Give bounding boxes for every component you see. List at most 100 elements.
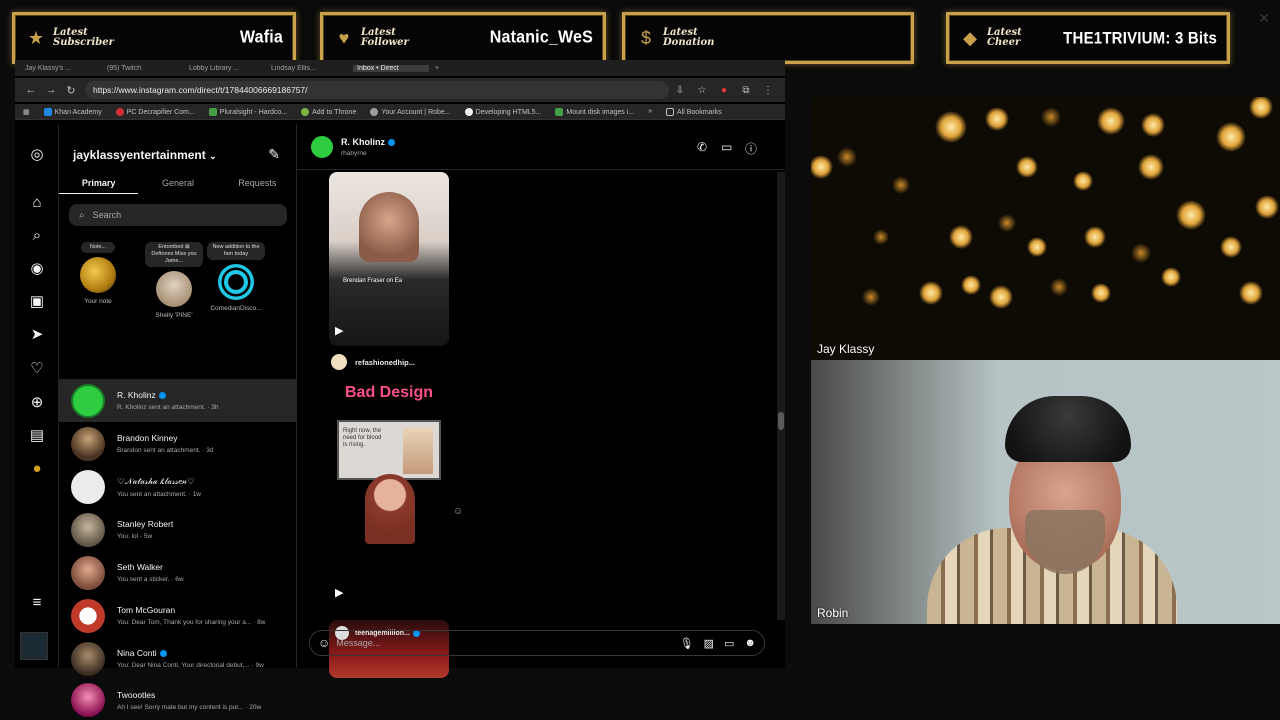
thread-item[interactable]: Twoootles Ah I see! Sorry mate but my con…	[59, 680, 297, 720]
note-bubble: Entombed ⊠ Deftones Miss you Jame...	[145, 242, 203, 267]
verified-badge-icon	[388, 139, 395, 147]
avatar	[71, 469, 105, 504]
note-bubble: New addition to the fam today	[207, 242, 265, 260]
message-input[interactable]: ☺ Message... 🎙 ▨ ▭ ☻	[309, 630, 765, 656]
url-input[interactable]: https://www.instagram.com/direct/t/17844…	[85, 81, 669, 99]
search-icon: ⌕	[79, 209, 85, 221]
bokeh-lights-image	[811, 97, 1279, 309]
info-icon[interactable]: ⓘ	[745, 140, 757, 157]
browser-tab[interactable]: Lindsay Ellis...	[271, 65, 347, 72]
instagram-logo-icon[interactable]: ◎	[28, 146, 46, 164]
scrollbar[interactable]	[777, 172, 785, 620]
tab-general[interactable]: General	[138, 174, 217, 194]
emoji-icon[interactable]: ☺	[318, 636, 330, 650]
avatar	[80, 257, 116, 293]
sticker-icon[interactable]: ☻	[744, 637, 756, 649]
sign-child-photo	[403, 428, 433, 474]
back-icon[interactable]: ←	[21, 84, 41, 96]
thread-item[interactable]: Stanley Robert You: lol · 5w	[59, 508, 297, 551]
image-icon[interactable]: ▨	[704, 637, 714, 650]
dashboard-icon[interactable]: ▤	[28, 427, 46, 445]
reels-icon[interactable]: ▣	[28, 293, 46, 311]
thread-preview: Brandon sent an attachment. · 3d	[117, 447, 214, 454]
sign-text: Right now, the need for blood is rising.	[343, 428, 382, 448]
bookmark-item[interactable]: Developing HTML5...	[464, 107, 541, 116]
reload-icon[interactable]: ↻	[61, 84, 81, 97]
avatar	[71, 641, 105, 676]
new-tab-icon[interactable]: +	[435, 65, 439, 72]
bookmark-item[interactable]: PC Decrapifier Com...	[115, 107, 195, 116]
home-icon[interactable]: ⌂	[28, 194, 46, 212]
avatar	[71, 555, 105, 590]
profile-avatar-icon[interactable]: ●	[28, 460, 46, 478]
messages-icon[interactable]: ➤	[28, 326, 46, 344]
apps-grid-icon[interactable]: ▦	[23, 108, 30, 116]
all-bookmarks[interactable]: All Bookmarks	[666, 107, 722, 116]
banner-label: Latest Donation	[663, 27, 715, 48]
note-item[interactable]: Note... Your note	[69, 242, 127, 305]
notifications-heart-icon[interactable]: ♡	[28, 360, 46, 378]
browser-tab[interactable]: (95) Twitch	[107, 65, 183, 72]
browser-tab[interactable]: Lobby Library ...	[189, 65, 265, 72]
thread-item[interactable]: ♡𝒩𝒶𝓉𝒶𝓈𝒽𝒶 𝓀𝓁𝒶𝓈𝓈𝑒𝓃♡ You sent an attachment.…	[59, 465, 297, 508]
tab-requests[interactable]: Requests	[218, 174, 297, 194]
bookmark-item[interactable]: Khan Academy	[43, 107, 102, 116]
search-icon[interactable]: ⌕	[28, 227, 46, 245]
new-message-icon[interactable]: ✎	[268, 146, 280, 163]
more-menu-icon[interactable]: ≡	[28, 594, 46, 612]
note-item[interactable]: Entombed ⊠ Deftones Miss you Jame... She…	[145, 242, 203, 319]
thread-item[interactable]: Tom McGouran You: Dear Tom, Thank you for…	[59, 594, 297, 637]
avatar[interactable]	[309, 134, 335, 160]
url-text: https://www.instagram.com/direct/t/17844…	[93, 85, 308, 95]
thread-item[interactable]: Seth Walker You sent a sticker. · 6w	[59, 551, 297, 594]
install-icon[interactable]: ⇩	[669, 85, 691, 96]
banner-value: THE1TRIVIUM: 3 Bits	[1063, 28, 1217, 48]
phone-icon[interactable]: ✆	[697, 140, 707, 154]
shared-reel[interactable]: Brendan Fraser on Ea ▶	[329, 172, 449, 346]
extension-icon[interactable]: ●	[713, 85, 735, 96]
react-emoji-icon[interactable]: ☺	[453, 506, 463, 517]
close-icon[interactable]: ✕	[1258, 10, 1270, 27]
note-name: Shelly 'PINE'	[155, 312, 193, 319]
conversation-header: R. Kholinz rhabyrne ✆ ▭ ⓘ	[297, 124, 785, 170]
avatar	[71, 512, 105, 547]
chevron-right-icon[interactable]: »	[648, 108, 652, 115]
thread-item[interactable]: R. Kholinz R. Kholinz sent an attachment.…	[59, 379, 297, 422]
note-item[interactable]: New addition to the fam today ComedianDi…	[207, 242, 265, 312]
bookmark-star-icon[interactable]: ☆	[691, 85, 713, 96]
shared-reel[interactable]: Bad Design Right now, the need for blood…	[329, 374, 449, 612]
microphone-icon[interactable]: 🎙	[680, 637, 694, 650]
menu-kebab-icon[interactable]: ⋮	[757, 85, 779, 96]
latest-follower-banner: ♥ Latest Follower Natanic_WeS	[320, 12, 606, 64]
browser-tab[interactable]: Jay Klassy's ...	[25, 65, 101, 72]
scrollbar-thumb[interactable]	[778, 412, 784, 430]
gif-icon[interactable]: ▭	[724, 637, 734, 650]
thread-item[interactable]: Brandon Kinney Brandon sent an attachment…	[59, 422, 297, 465]
latest-subscriber-banner: ★ Latest Subscriber Wafia	[12, 12, 296, 64]
bookmark-item[interactable]: Pluralsight - Hardco...	[208, 107, 287, 116]
tab-primary[interactable]: Primary	[59, 174, 139, 194]
bookmark-item[interactable]: Your Account | Robe...	[370, 107, 451, 116]
star-icon: ★	[27, 27, 45, 48]
puzzle-icon[interactable]: ⧉	[735, 85, 757, 96]
chevron-down-icon: ⌄	[209, 151, 217, 161]
bookmark-item[interactable]: Mount disk images i...	[555, 107, 634, 116]
chat-name[interactable]: R. Kholinz	[341, 137, 395, 147]
browser-tab-active[interactable]: Inbox • Direct	[353, 64, 429, 72]
explore-icon[interactable]: ◉	[28, 260, 46, 278]
forward-icon[interactable]: →	[41, 84, 61, 96]
banner-value: Natanic_WeS	[489, 28, 593, 47]
banner-label: Latest Cheer	[987, 27, 1022, 48]
widget-square-icon	[20, 632, 48, 660]
create-icon[interactable]: ⊕	[28, 394, 46, 412]
heart-icon: ♥	[338, 27, 350, 48]
webcam-label: Jay Klassy	[817, 342, 875, 356]
tab-strip: Jay Klassy's ... (95) Twitch Lobby Libra…	[15, 60, 785, 76]
video-call-icon[interactable]: ▭	[721, 140, 732, 154]
search-input[interactable]: ⌕ Search	[69, 204, 287, 226]
bookmark-item[interactable]: Add to Throne	[301, 107, 356, 116]
thread-preview: Ah I see! Sorry mate but my content is p…	[117, 703, 262, 711]
thread-item[interactable]: Nina Conti You: Dear Nina Conti, Your dir…	[59, 637, 297, 680]
avatar	[331, 354, 347, 370]
account-switcher[interactable]: jayklassyentertainment ⌄	[73, 148, 217, 162]
